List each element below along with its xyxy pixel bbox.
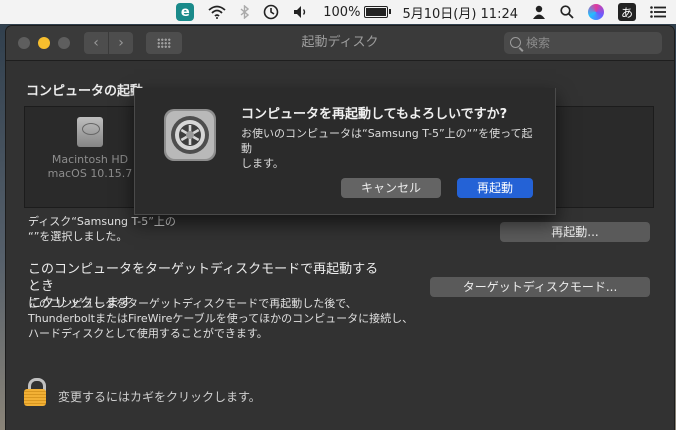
- dialog-message-line-2: します。: [241, 157, 284, 170]
- lock-icon[interactable]: [24, 378, 46, 406]
- battery-status-item[interactable]: 100%: [323, 0, 392, 24]
- minimize-window-button[interactable]: [38, 37, 50, 49]
- dialog-title: コンピュータを再起動してもよろしいですか?: [241, 107, 508, 122]
- system-preferences-gear-icon: [164, 109, 216, 161]
- volume-status-item[interactable]: [293, 0, 309, 24]
- search-field[interactable]: [504, 32, 662, 54]
- bluetooth-icon: [240, 5, 250, 19]
- disk-item-macintosh-hd[interactable]: Macintosh HD macOS 10.15.7: [45, 117, 135, 181]
- lock-hint-text: 変更するにはカギをクリックします。: [58, 390, 261, 404]
- back-button[interactable]: ‹: [84, 32, 108, 54]
- target-title-line-1: このコンピュータをターゲットディスクモードで再起動するとき: [28, 262, 379, 294]
- chevron-left-icon: ‹: [93, 35, 99, 51]
- target-disk-mode-description: このコンピュータをターゲットディスクモードで再起動した後で、 Thunderbo…: [28, 296, 428, 341]
- section-title: コンピュータの起動: [26, 84, 144, 99]
- startup-disk-window: 起動ディスク ‹ › コンピュータの起動 Macintosh HD macOS …: [6, 26, 674, 430]
- e-app-icon: e: [176, 3, 195, 21]
- user-menu-item[interactable]: [532, 0, 546, 24]
- speaker-icon: [294, 6, 306, 18]
- menu-bar: e 100% 5月10日(月) 11:24 あ: [0, 0, 676, 24]
- target-disk-mode-button[interactable]: ターゲットディスクモード...: [430, 277, 650, 297]
- input-method-indicator: あ: [618, 3, 636, 21]
- input-method-menu-item[interactable]: あ: [618, 0, 636, 24]
- battery-percent: 100%: [323, 4, 361, 20]
- chevron-right-icon: ›: [118, 35, 124, 51]
- wifi-status-item[interactable]: [208, 0, 226, 24]
- show-all-button[interactable]: [146, 32, 182, 54]
- disk-os-version: macOS 10.15.7: [47, 167, 133, 180]
- selected-disk-line-2: “”を選択しました。: [28, 230, 128, 243]
- spotlight-menu-item[interactable]: [560, 0, 574, 24]
- confirm-restart-button[interactable]: 再起動: [457, 178, 533, 198]
- lock-body: [24, 389, 46, 406]
- clock-datetime: 5月10日(月) 11:24: [402, 6, 518, 22]
- notification-center-item[interactable]: [650, 0, 666, 24]
- selected-disk-line-1: ディスク“Samsung T-5”上の: [28, 215, 176, 228]
- time-machine-icon: [263, 4, 279, 20]
- disk-name: Macintosh HD: [51, 153, 129, 166]
- list-icon: [650, 6, 666, 18]
- restart-confirm-dialog: コンピュータを再起動してもよろしいですか? お使いのコンピュータは“Samsun…: [134, 88, 556, 215]
- zoom-window-button[interactable]: [58, 37, 70, 49]
- search-icon: [560, 5, 574, 19]
- search-input[interactable]: [526, 32, 656, 54]
- restart-button[interactable]: 再起動...: [500, 222, 650, 242]
- search-icon: [510, 37, 521, 48]
- grid-icon: [157, 38, 171, 48]
- cancel-button[interactable]: キャンセル: [341, 178, 441, 198]
- selected-disk-text: ディスク“Samsung T-5”上の “”を選択しました。: [28, 214, 176, 244]
- user-icon: [533, 5, 545, 19]
- dialog-message-line-1: お使いのコンピュータは“Samsung T-5”上の“”を使って起動: [241, 127, 533, 155]
- time-machine-status-item[interactable]: [263, 0, 279, 24]
- bluetooth-status-item[interactable]: [240, 0, 250, 24]
- dialog-message: お使いのコンピュータは“Samsung T-5”上の“”を使って起動 します。: [241, 126, 541, 171]
- target-desc-line-1: このコンピュータをターゲットディスクモードで再起動した後で、: [28, 297, 357, 310]
- app-status-item[interactable]: e: [176, 0, 195, 24]
- siri-icon: [588, 4, 604, 20]
- siri-menu-item[interactable]: [588, 0, 604, 24]
- forward-button[interactable]: ›: [109, 32, 133, 54]
- target-desc-line-3: ハードディスクとして使用することができます。: [28, 327, 268, 340]
- clock-status-item[interactable]: 5月10日(月) 11:24: [402, 0, 518, 24]
- target-desc-line-2: ThunderboltまたはFireWireケーブルを使ってほかのコンピュータに…: [28, 312, 414, 325]
- battery-icon: [364, 6, 392, 18]
- hard-disk-icon: [77, 117, 103, 147]
- title-bar: 起動ディスク ‹ ›: [6, 26, 674, 61]
- close-window-button[interactable]: [18, 37, 30, 49]
- wifi-icon: [208, 5, 226, 19]
